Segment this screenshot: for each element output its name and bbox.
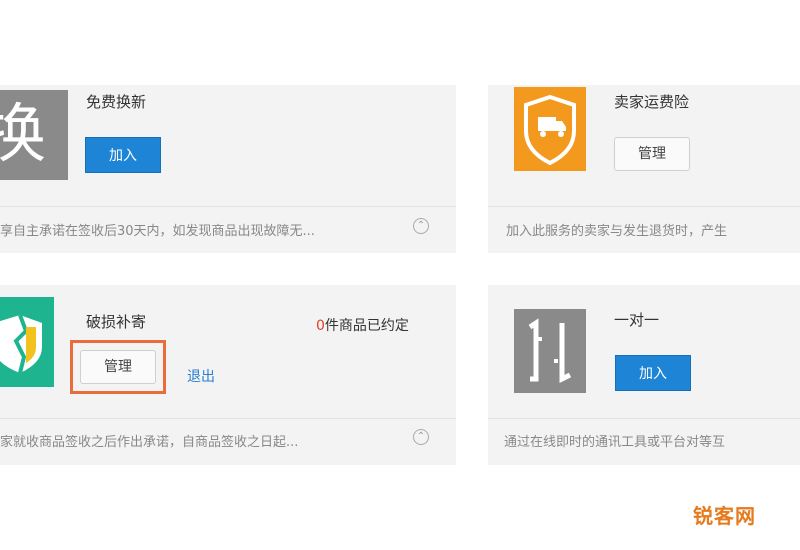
manage-button[interactable]: 管理 (614, 137, 690, 171)
card-title: 免费换新 (86, 93, 147, 111)
join-button[interactable]: 加入 (615, 355, 691, 391)
card-title: 卖家运费险 (614, 93, 690, 111)
truck-shield-icon-svg (524, 94, 576, 166)
agreed-label: 件商品已约定 (324, 318, 409, 334)
card-description: 家就收商品签收之后作出承诺，自商品签收之日起... ⌃ (0, 419, 456, 465)
join-button[interactable]: 加入 (85, 137, 161, 173)
service-card-one-to-one: 一对一 加入 通过在线即时的通讯工具或平台对等互 (488, 285, 800, 465)
service-card-freight-insurance: 卖家运费险 管理 加入此服务的卖家与发生退货时，产生 (488, 85, 800, 253)
expand-circle-icon[interactable]: ⌃ (413, 218, 429, 234)
broken-shield-icon-svg (0, 314, 42, 374)
agreed-count: 0 (316, 318, 325, 334)
one-to-one-icon-svg (528, 318, 572, 384)
card-description: 加入此服务的卖家与发生退货时，产生 (506, 224, 728, 239)
swap-char-icon: 换 (0, 90, 68, 180)
service-card-damage-reship: 破损补寄 0件商品已约定 管理 退出 家就收商品签收之后作出承诺，自商品签收之日… (0, 285, 456, 465)
one-to-one-icon (514, 309, 586, 393)
card-description: 享自主承诺在签收后30天内，如发现商品出现故障无... ⌃ (0, 207, 456, 253)
manage-button[interactable]: 管理 (80, 350, 156, 384)
service-card-free-exchange: 换 免费换新 加入 享自主承诺在签收后30天内，如发现商品出现故障无... ⌃ (0, 85, 456, 253)
card-title: 一对一 (614, 311, 660, 329)
truck-shield-icon (514, 87, 586, 171)
expand-circle-icon[interactable]: ⌃ (413, 429, 429, 445)
card-title: 破损补寄 (86, 313, 147, 331)
broken-shield-icon (0, 297, 54, 387)
agreed-items-status: 0件商品已约定 (316, 315, 409, 335)
site-watermark: 锐客网 (693, 504, 756, 528)
exit-link[interactable]: 退出 (187, 366, 215, 386)
card-description: 通过在线即时的通讯工具或平台对等互 (504, 435, 726, 450)
